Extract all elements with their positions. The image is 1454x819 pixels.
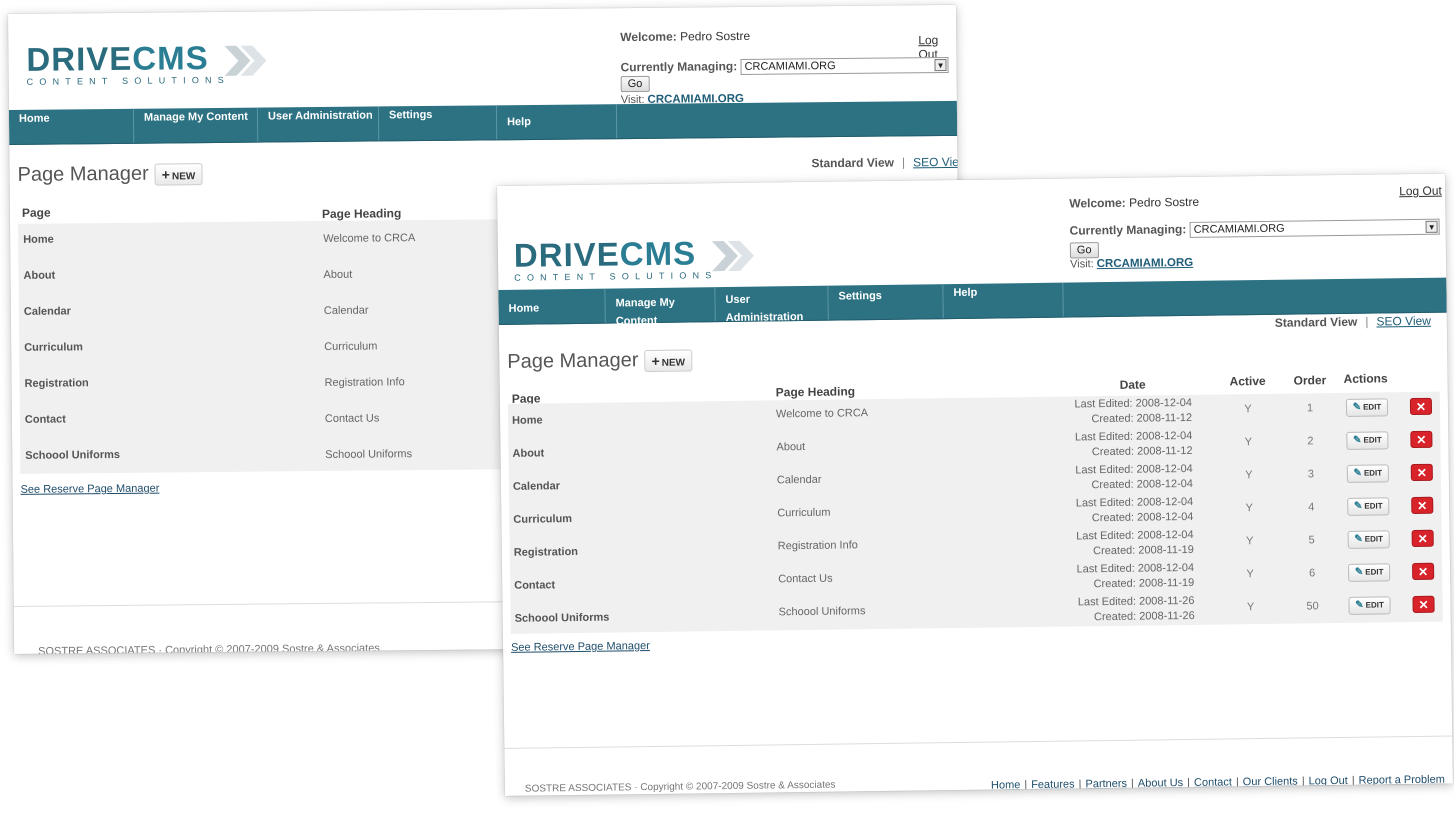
logo-drive: DRIVE (513, 235, 621, 274)
nav-manage-content[interactable]: Manage My Content (133, 107, 259, 143)
footer-link-features[interactable]: Features (1031, 778, 1075, 791)
col-heading: Page Heading (775, 384, 856, 400)
col-actions: Actions (1343, 371, 1388, 386)
footer-link-logout[interactable]: Log Out (1309, 775, 1348, 788)
delete-button[interactable]: ✕ (1410, 463, 1433, 482)
footer-divider (504, 735, 1453, 749)
delete-button[interactable]: ✕ (1411, 529, 1434, 548)
site-select[interactable]: CRCAMIAMI.ORG ▼ (740, 56, 949, 75)
nav-settings[interactable]: Settings (828, 284, 944, 320)
nav-bar: Home Manage My Content User Administrati… (8, 100, 958, 145)
edit-button[interactable]: ✎ EDIT (1347, 497, 1390, 516)
view-switch: Standard View | SEO View (811, 155, 962, 170)
seo-view-link[interactable]: SEO View (1376, 314, 1431, 329)
view-switch: Standard View | SEO View (1274, 313, 1432, 330)
logo: DRIVECMS CONTENT SOLUTIONS (26, 39, 267, 87)
front-window: DRIVECMS CONTENT SOLUTIONS Welcome: Pedr… (497, 173, 1453, 796)
welcome-text: Welcome: Pedro Sostre (1069, 194, 1200, 211)
nav-manage-content[interactable]: Manage My Content (605, 287, 716, 327)
logo: DRIVECMS CONTENT SOLUTIONS (513, 234, 754, 283)
site-select[interactable]: CRCAMIAMI.ORG ▼ (1189, 218, 1440, 238)
footer-link-contact[interactable]: Contact (1194, 776, 1232, 788)
nav-home[interactable]: Home (498, 288, 606, 324)
table-row[interactable]: Curriculum Curriculum (19, 327, 579, 368)
table-row[interactable]: Contact Contact Us (20, 399, 580, 440)
seo-view-link[interactable]: SEO View (913, 155, 962, 170)
delete-button[interactable]: ✕ (1412, 595, 1435, 614)
standard-view[interactable]: Standard View (811, 156, 894, 171)
col-heading: Page Heading (321, 206, 402, 221)
logo-cms: CMS (132, 39, 209, 77)
nav-help[interactable]: Help (496, 104, 618, 140)
edit-button[interactable]: ✎ EDIT (1348, 596, 1391, 615)
pencil-icon: ✎ (1354, 533, 1363, 545)
nav-home[interactable]: Home (8, 108, 135, 144)
page-title: Page Manager + NEW (507, 348, 693, 373)
col-active: Active (1229, 373, 1266, 389)
logo-cms: CMS (619, 234, 697, 273)
footer-link-home[interactable]: Home (991, 779, 1020, 791)
delete-button[interactable]: ✕ (1409, 397, 1433, 416)
edit-button[interactable]: ✎ EDIT (1347, 530, 1390, 549)
chevron-down-icon: ▼ (1425, 220, 1438, 233)
col-date: Date (1119, 377, 1146, 392)
logo-subtitle: CONTENT SOLUTIONS (26, 74, 230, 87)
plus-icon: + (161, 166, 171, 183)
currently-managing: Currently Managing: CRCAMIAMI.ORG ▼ (1070, 218, 1440, 240)
edit-button[interactable]: ✎ EDIT (1346, 431, 1389, 450)
chevron-logo-icon (711, 240, 754, 272)
logout-link[interactable]: Log Out (1399, 184, 1442, 199)
chevron-logo-icon (224, 45, 267, 76)
pencil-icon: ✎ (1355, 599, 1364, 611)
welcome-text: Welcome: Pedro Sostre (620, 28, 751, 45)
new-page-button[interactable]: + NEW (154, 162, 203, 186)
pencil-icon: ✎ (1352, 401, 1362, 413)
reserve-page-manager-link[interactable]: See Reserve Page Manager (511, 640, 650, 654)
delete-button[interactable]: ✕ (1412, 562, 1435, 581)
currently-managing: Currently Managing: CRCAMIAMI.ORG ▼ (620, 56, 949, 76)
table-row[interactable]: Schoool Uniforms Schoool Uniforms (20, 435, 580, 474)
footer-links: Home | Features | Partners | About Us | Contact |… (990, 773, 1445, 792)
nav-settings[interactable]: Settings (378, 105, 498, 141)
go-button[interactable]: Go (1069, 242, 1099, 259)
logo-drive: DRIVE (26, 39, 133, 78)
page-title: Page Manager + NEW (17, 162, 203, 187)
pencil-icon: ✎ (1354, 566, 1364, 578)
col-page: Page (21, 205, 51, 220)
go-button[interactable]: Go (620, 75, 650, 93)
chevron-down-icon: ▼ (934, 58, 947, 72)
nav-user-admin[interactable]: User Administration (715, 285, 829, 324)
visit-text: Visit: CRCAMIAMI.ORG (1069, 256, 1194, 271)
footer-link-about[interactable]: About Us (1138, 777, 1183, 790)
page-table: Home Welcome to CRCA About About Calenda… (18, 218, 581, 474)
table-row[interactable]: Home Welcome to CRCA (18, 219, 578, 260)
pencil-icon: ✎ (1353, 500, 1363, 512)
logo-subtitle: CONTENT SOLUTIONS (514, 270, 718, 283)
delete-button[interactable]: ✕ (1411, 496, 1434, 515)
copyright: SOSTRE ASSOCIATES · Copyright © 2007-200… (524, 779, 836, 795)
nav-user-admin[interactable]: User Administration (257, 106, 380, 142)
table-row[interactable]: Calendar Calendar (19, 291, 579, 332)
table-row[interactable]: About About (18, 255, 578, 296)
reserve-page-manager-link[interactable]: See Reserve Page Manager (21, 483, 160, 496)
pencil-icon: ✎ (1353, 467, 1362, 479)
footer-link-clients[interactable]: Our Clients (1243, 776, 1298, 789)
nav-help[interactable]: Help (943, 282, 1064, 319)
edit-button[interactable]: ✎ EDIT (1345, 398, 1389, 417)
new-page-button[interactable]: + NEW (644, 349, 693, 372)
table-row[interactable]: Registration Registration Info (19, 363, 579, 404)
delete-button[interactable]: ✕ (1410, 430, 1433, 449)
pencil-icon: ✎ (1353, 434, 1362, 446)
edit-button[interactable]: ✎ EDIT (1348, 563, 1391, 582)
edit-button[interactable]: ✎ EDIT (1346, 464, 1389, 483)
visit-link[interactable]: CRCAMIAMI.ORG (1097, 257, 1194, 270)
page-table: Home Welcome to CRCA Last Edited: 2008-1… (507, 391, 1443, 634)
footer-link-partners[interactable]: Partners (1085, 778, 1127, 791)
footer-link-report[interactable]: Report a Problem (1359, 774, 1445, 787)
col-order: Order (1293, 373, 1327, 388)
standard-view[interactable]: Standard View (1275, 315, 1358, 330)
plus-icon: + (651, 352, 660, 369)
copyright: SOSTRE ASSOCIATES · Copyright © 2007-200… (38, 642, 380, 654)
